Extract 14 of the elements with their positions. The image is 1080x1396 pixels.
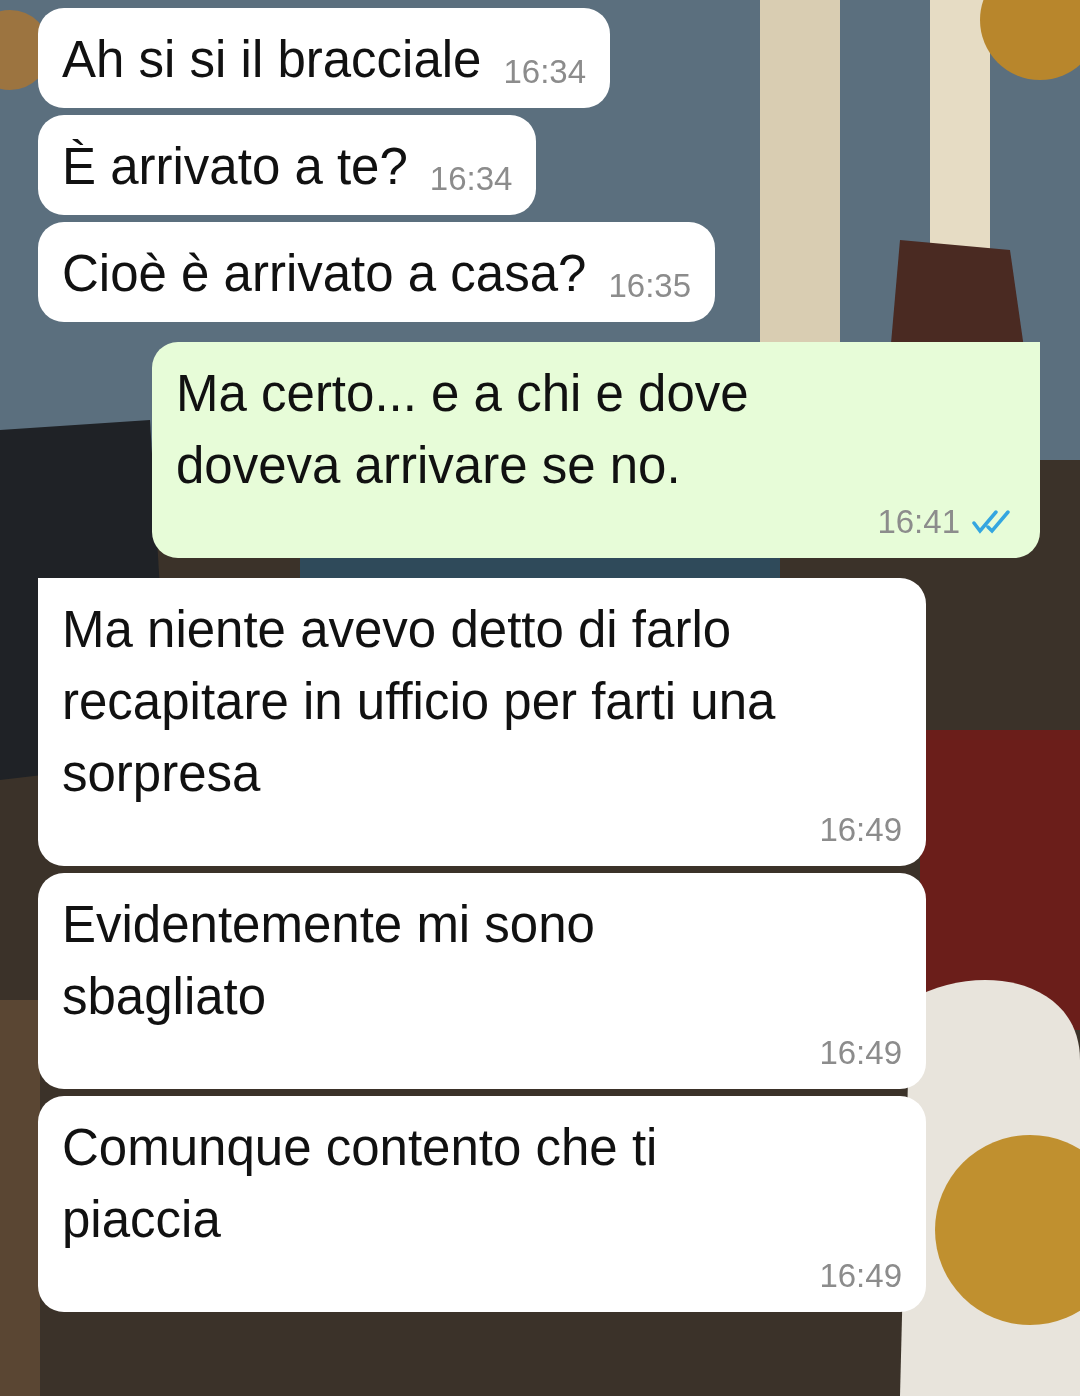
message-time: 16:34 (429, 159, 513, 199)
message-time: 16:49 (819, 1033, 902, 1073)
message-time: 16:41 (877, 502, 960, 542)
message-text: Ma niente avevo detto di farlo recapitare in ufficio per farti una sorpresa (62, 600, 777, 804)
message-text: Comunque contento che ti piaccia (62, 1118, 659, 1250)
message-text: Ah si si il bracciale (62, 30, 482, 90)
message-text: Ma certo... e a chi e dove doveva arrivare se no. (176, 364, 750, 496)
message-time: 16:35 (608, 266, 692, 306)
message-text: Cioè è arrivato a casa? (62, 244, 587, 304)
message-text: È arrivato a te? (62, 137, 408, 197)
message-time: 16:34 (503, 52, 587, 92)
message-text: Evidentemente mi sono sbagliato (62, 895, 596, 1027)
message-time: 16:49 (819, 810, 902, 850)
message-time: 16:49 (819, 1256, 902, 1296)
